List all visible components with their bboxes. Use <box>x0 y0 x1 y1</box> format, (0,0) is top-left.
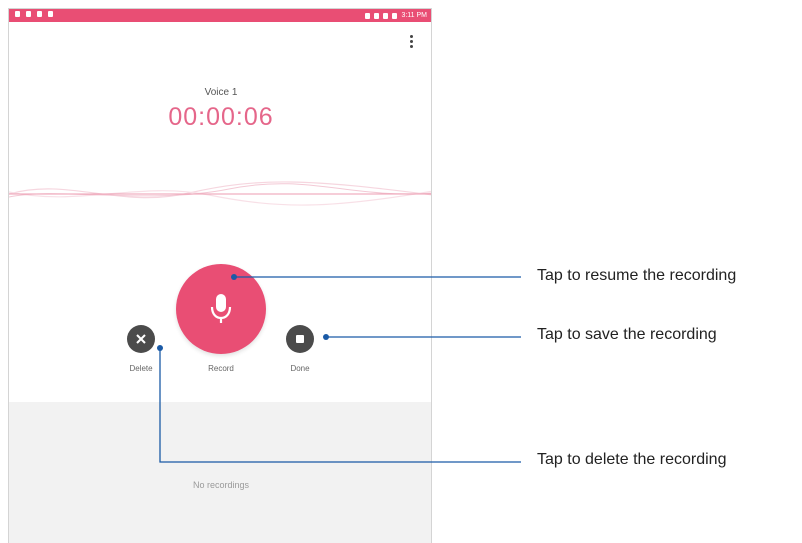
delete-button[interactable] <box>127 325 155 353</box>
record-label: Record <box>208 364 234 373</box>
callout-delete: Tap to delete the recording <box>537 451 727 468</box>
overflow-menu-icon[interactable] <box>403 31 419 51</box>
recording-name: Voice 1 <box>204 87 238 98</box>
empty-list-message: No recordings <box>192 480 250 490</box>
done-label: Done <box>290 364 310 373</box>
status-bar: 3:11 PM <box>9 9 431 22</box>
notification-icon <box>37 11 42 17</box>
close-icon <box>136 334 146 344</box>
delete-label: Delete <box>129 364 153 373</box>
callout-resume: Tap to resume the recording <box>537 267 737 284</box>
moon-icon <box>365 12 371 19</box>
wifi-icon <box>374 12 380 19</box>
waveform <box>9 181 431 206</box>
record-button[interactable] <box>176 264 266 354</box>
sound-recorder-screen: 3:11 PM Voice 1 00:00:06 Delete Record D… <box>8 8 432 543</box>
recording-timer: 00:00:06 <box>168 103 274 131</box>
done-button[interactable] <box>286 325 314 353</box>
notification-icons <box>15 11 53 17</box>
microphone-icon <box>210 294 232 323</box>
battery-icon <box>392 12 398 19</box>
notification-icon <box>15 11 20 17</box>
callout-save: Tap to save the recording <box>537 326 717 343</box>
stop-icon <box>296 335 304 343</box>
notification-icon <box>48 11 53 17</box>
status-time: 3:11 PM <box>401 12 427 19</box>
system-icons: 3:11 PM <box>365 11 427 20</box>
recordings-list: No recordings <box>9 402 431 543</box>
signal-icon <box>383 12 389 19</box>
notification-icon <box>26 11 31 17</box>
